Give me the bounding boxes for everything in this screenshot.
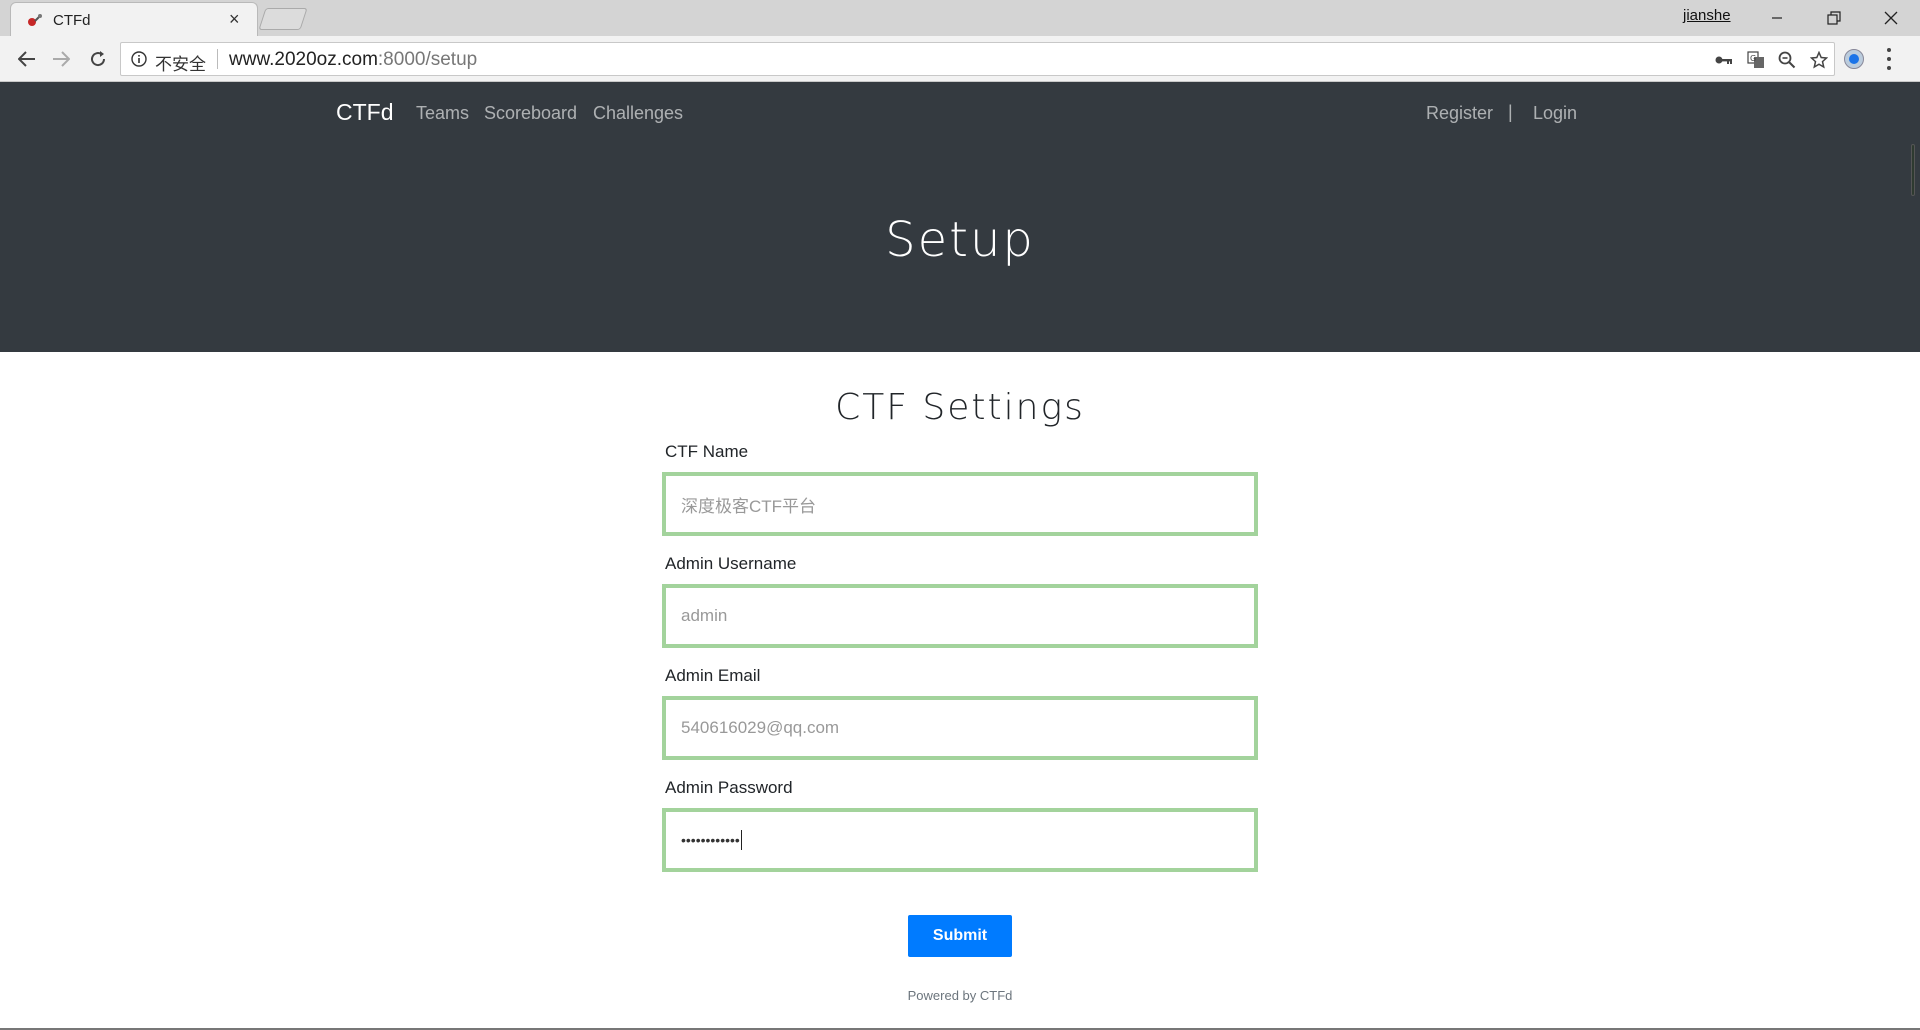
nav-divider: |	[1508, 102, 1513, 122]
admin-email-input[interactable]: 540616029@qq.com	[662, 696, 1258, 760]
omnibox-divider	[217, 49, 218, 69]
password-dots: ••••••••••••	[681, 832, 740, 848]
navbar-brand[interactable]: CTFd	[336, 99, 394, 126]
translate-icon[interactable]: G	[1745, 50, 1767, 70]
url-host: www.2020oz.com	[229, 49, 378, 70]
window-close-icon[interactable]	[1869, 4, 1913, 32]
submit-button[interactable]: Submit	[908, 915, 1012, 957]
reload-icon[interactable]	[83, 44, 113, 74]
nav-link-register[interactable]: Register	[1426, 103, 1493, 124]
address-bar[interactable]: 不安全 www.2020oz.com:8000/setup G	[120, 42, 1835, 76]
admin-username-input[interactable]: admin	[662, 584, 1258, 648]
url-text[interactable]: www.2020oz.com:8000/setup	[229, 49, 477, 71]
zoom-icon[interactable]	[1776, 50, 1798, 70]
ctfd-favicon-icon	[28, 14, 42, 26]
svg-text:G: G	[1750, 54, 1756, 63]
ctf-name-label: CTF Name	[665, 442, 749, 461]
extension-icon[interactable]	[1844, 49, 1864, 69]
nav-link-login[interactable]: Login	[1533, 103, 1577, 124]
ctf-name-input[interactable]: 深度极客CTF平台	[662, 472, 1258, 536]
browser-tab[interactable]: CTFd ×	[10, 2, 258, 36]
key-icon[interactable]	[1713, 50, 1735, 70]
admin-username-label: Admin Username	[665, 554, 797, 573]
nav-link-teams[interactable]: Teams	[416, 103, 469, 124]
browser-tab-strip: CTFd × jianshe	[0, 0, 1920, 36]
forward-icon[interactable]	[46, 44, 76, 74]
page-content: CTFd Teams Scoreboard Challenges Registe…	[0, 82, 1920, 1030]
profile-name[interactable]: jianshe	[1683, 7, 1731, 24]
page-title: Setup	[885, 212, 1035, 268]
tab-title: CTFd	[53, 12, 91, 29]
new-tab-button[interactable]	[258, 8, 308, 30]
text-caret	[740, 830, 742, 850]
header-jumbotron: CTFd Teams Scoreboard Challenges Registe…	[0, 82, 1920, 352]
minimize-icon[interactable]	[1755, 4, 1799, 32]
form-title: CTF Settings	[835, 387, 1085, 428]
browser-menu-icon[interactable]	[1884, 48, 1894, 70]
nav-link-scoreboard[interactable]: Scoreboard	[484, 103, 577, 124]
url-path: :8000/setup	[377, 49, 478, 70]
admin-password-label: Admin Password	[665, 778, 793, 797]
admin-password-input[interactable]: ••••••••••••	[662, 808, 1258, 872]
not-secure-label[interactable]: 不安全	[155, 50, 206, 75]
info-icon[interactable]	[131, 51, 147, 67]
bookmark-star-icon[interactable]	[1808, 50, 1830, 70]
nav-link-challenges[interactable]: Challenges	[593, 103, 683, 124]
restore-icon[interactable]	[1812, 4, 1856, 32]
tab-close-icon[interactable]: ×	[229, 9, 240, 29]
back-icon[interactable]	[12, 44, 42, 74]
admin-email-label: Admin Email	[665, 666, 761, 685]
browser-toolbar: 不安全 www.2020oz.com:8000/setup G	[0, 36, 1920, 82]
powered-by-footer: Powered by CTFd	[907, 988, 1013, 1003]
scroll-indicator[interactable]	[1911, 144, 1915, 196]
